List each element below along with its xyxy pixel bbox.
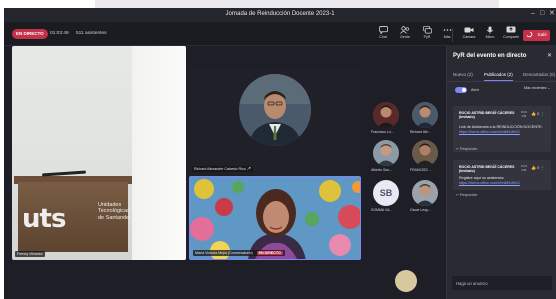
post-author: ROCIO ASTRID BEGÜÍ CÁCERES (Invitado) (459, 165, 515, 174)
thumbs-up-icon: 👍 (531, 165, 536, 170)
person-photo (239, 74, 311, 146)
qna-label: PyR (423, 35, 431, 39)
attendee-count: 511 asistentes (76, 31, 107, 36)
post-time: 8:01 PM (520, 110, 528, 118)
overflow-participant-avatar[interactable] (395, 270, 417, 292)
post-author: ROCIO ASTRID BEGÜÍ CÁCERES (Invitado) (459, 111, 515, 120)
close-panel-icon[interactable]: ✕ (547, 52, 552, 59)
mic-label: Micro (485, 35, 495, 39)
thumbs-up-icon: 👍 (531, 111, 536, 116)
uts-logo-text: Unidades Tecnológicas de Santander (98, 202, 132, 221)
panel-title: PyR del evento en directo (453, 53, 527, 59)
painting-background (190, 177, 360, 259)
sort-dropdown[interactable]: Más recientes ⌄ (524, 86, 550, 90)
participant-name: Richard Ale... (410, 130, 431, 134)
participant-name: FRANCISS ... (410, 168, 432, 172)
share-icon (506, 26, 516, 33)
participant-name: Francisco Lo... (371, 130, 394, 134)
leave-label: Salir (537, 33, 547, 38)
camera-button[interactable]: Cámara (459, 26, 479, 44)
browser-strip (95, 0, 499, 8)
hang-up-icon (526, 31, 534, 39)
post-body: Registre aquí su asistencia: https://for… (459, 176, 520, 185)
participant-name-label: Richard Alexander Caicedo Rico 🎤 (192, 166, 254, 172)
window-title: Jornada de Reinducción Docente 2023-1 (225, 11, 335, 17)
more-options-icon[interactable]: ⋮ (540, 111, 544, 116)
avatar (373, 102, 399, 128)
tab-descartados[interactable]: Descartados (0) (523, 72, 555, 77)
window-light (132, 46, 186, 260)
more-button[interactable]: Más (437, 26, 457, 44)
post-time: 8:01 PM (520, 164, 528, 172)
avatar (412, 102, 438, 128)
live-badge-small: EN DIRECTO (256, 251, 283, 255)
reply-button[interactable]: ↩ Responder (456, 193, 478, 197)
chat-icon (378, 26, 388, 34)
toggle-label: Abrir (471, 88, 480, 92)
sort-label: Más recientes (524, 86, 547, 90)
minimize-icon[interactable]: – (531, 10, 535, 18)
like-button[interactable]: 👍 0 ⋮ (531, 111, 544, 116)
qna-post: ROCIO ASTRID BEGÜÍ CÁCERES (Invitado) 8:… (453, 160, 551, 190)
video-tile-featured[interactable]: María Victoria Mejía (Conversatorio) EN … (189, 176, 361, 260)
camera-icon (464, 27, 474, 33)
leave-button[interactable]: Salir (523, 30, 550, 41)
reply-button[interactable]: ↩ Responder (456, 147, 478, 151)
live-badge: EN DIRECTO (12, 29, 48, 39)
participant-name: SOMMA VA... (371, 208, 393, 212)
participant-name: Alberto San... (371, 168, 393, 172)
people-label: Gente (400, 35, 410, 39)
participant-name: Oscar Leop... (410, 208, 432, 212)
uts-logo: uts (22, 204, 66, 234)
initials-avatar: SB (373, 180, 399, 206)
qna-panel: PyR del evento en directo ✕ Nuevo (2) Pu… (446, 46, 556, 299)
teams-window: Jornada de Reinducción Docente 2023-1 – … (4, 8, 556, 299)
share-button[interactable]: Compartir (501, 26, 521, 44)
tab-nuevo[interactable]: Nuevo (2) (453, 72, 473, 77)
close-icon[interactable]: ✕ (549, 10, 555, 18)
qna-button[interactable]: PyR (417, 26, 437, 44)
qna-tabs: Nuevo (2) Publicados (2) Descartados (0) (447, 66, 556, 82)
open-toggle[interactable] (455, 87, 467, 93)
like-button[interactable]: 👍 0 ⋮ (531, 165, 544, 170)
post-link[interactable]: https://forms.office.com/r/hn8fhtJ6KG (459, 181, 520, 185)
meeting-toolbar: EN DIRECTO 01:03:49 511 asistentes Chat … (4, 22, 556, 46)
qna-icon (422, 26, 432, 34)
participant-name-label: Ferney Virbador (15, 251, 45, 257)
video-tile-speaker[interactable]: Richard Alexander Caicedo Rico 🎤 (189, 70, 359, 175)
avatar (239, 74, 311, 146)
avatar (412, 180, 438, 206)
more-options-icon[interactable]: ⋮ (540, 165, 544, 170)
announcement-input[interactable] (452, 276, 552, 290)
title-bar: Jornada de Reinducción Docente 2023-1 – … (4, 8, 556, 22)
mic-button[interactable]: Micro (480, 26, 500, 44)
mic-muted-icon: 🎤 (246, 167, 252, 171)
toolbar-divider (452, 28, 453, 42)
camera-label: Cámara (462, 35, 476, 39)
more-label: Más (443, 35, 451, 39)
meeting-timer: 01:03:49 (50, 31, 69, 36)
people-icon (400, 26, 409, 34)
mic-icon (486, 26, 494, 34)
video-tile-room[interactable]: uts Unidades Tecnológicas de Santander F… (12, 46, 186, 260)
reply-icon: ↩ (456, 147, 460, 151)
tab-publicados[interactable]: Publicados (2) (484, 72, 513, 81)
more-icon (443, 29, 451, 31)
share-label: Compartir (503, 35, 519, 39)
avatar (373, 140, 399, 166)
chat-label: Chat (379, 35, 387, 39)
qna-post: ROCIO ASTRID BEGÜÍ CÁCERES (Invitado) 8:… (453, 106, 551, 152)
post-body: Link de Asistencia a la REINDUCCIÓN DOCE… (459, 125, 543, 134)
chat-button[interactable]: Chat (373, 26, 393, 44)
people-button[interactable]: Gente (395, 26, 415, 44)
reply-icon: ↩ (456, 193, 460, 197)
participant-name-label: María Victoria Mejía (Conversatorio) EN … (193, 250, 285, 256)
avatar (412, 140, 438, 166)
post-link[interactable]: https://forms.office.com/r/hn8fhtJ6KG (459, 130, 520, 134)
chevron-down-icon: ⌄ (547, 86, 551, 90)
maximize-icon[interactable]: □ (540, 10, 544, 18)
